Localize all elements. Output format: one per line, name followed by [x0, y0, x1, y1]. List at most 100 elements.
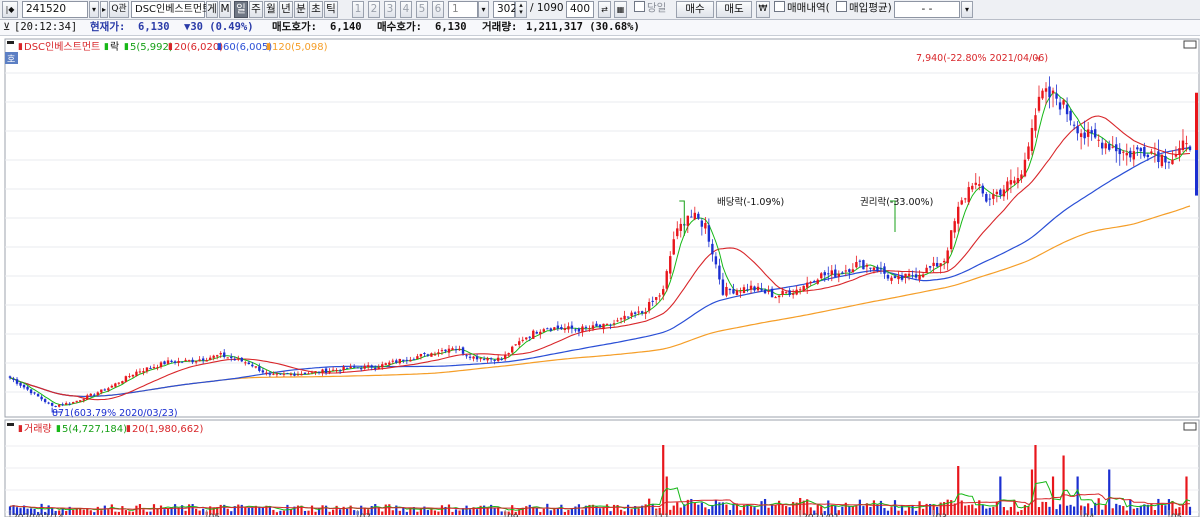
- tab-tick[interactable]: 틱: [324, 1, 338, 18]
- candle-body: [461, 347, 465, 354]
- candle-body: [981, 185, 984, 194]
- candle-body: [770, 288, 774, 298]
- stock-search-button[interactable]: Q관: [109, 1, 129, 18]
- candle-body: [254, 366, 258, 368]
- candle-body: [957, 206, 960, 224]
- candle-body: [911, 275, 914, 277]
- candle-body: [1079, 133, 1083, 137]
- volume-bar: [230, 511, 233, 515]
- price-panel-menu-icon[interactable]: [7, 41, 14, 44]
- tab-year[interactable]: 년: [279, 1, 293, 18]
- candle-body: [1083, 132, 1086, 139]
- volume-bar: [405, 511, 408, 515]
- pin-icon[interactable]: ⊻: [3, 20, 10, 35]
- number-button-3[interactable]: 3: [384, 1, 396, 18]
- current-price-label: 현재가:: [90, 21, 126, 33]
- number-select[interactable]: 1: [448, 1, 478, 18]
- candle-body: [584, 326, 588, 328]
- candle-body: [26, 386, 29, 390]
- volume-bar: [486, 508, 489, 515]
- volume-bar: [728, 509, 732, 515]
- candle-body: [591, 325, 595, 329]
- legend-red-marker-icon: ▮: [18, 42, 23, 52]
- trade-history-checkbox[interactable]: 매매내역(: [774, 1, 834, 18]
- code-dropdown-icon[interactable]: ▾: [89, 1, 99, 18]
- chart-area[interactable]: 2020/02/14 05 07 09 11 2021/01 03 04 05 ▮ DSC인베스…: [0, 36, 1200, 520]
- volume-bar: [665, 476, 668, 515]
- volume-bar: [1129, 499, 1132, 515]
- filter-dropdown-icon[interactable]: ▾: [961, 1, 973, 18]
- number-select-dropdown-icon[interactable]: ▾: [478, 1, 489, 18]
- price-panel-maximize-icon[interactable]: [1183, 40, 1197, 49]
- zoom-apply-icon[interactable]: ⇄: [598, 1, 611, 18]
- volume-panel-menu-icon[interactable]: [7, 423, 14, 426]
- candle-body: [1178, 148, 1181, 155]
- today-checkbox[interactable]: 당일: [634, 1, 674, 18]
- volume-bar: [282, 510, 286, 515]
- volume-bar: [711, 504, 714, 515]
- volume-bar: [1034, 445, 1037, 515]
- calendar-icon[interactable]: ▦: [614, 1, 627, 18]
- candle-body: [1065, 104, 1069, 115]
- candle-body: [75, 400, 78, 402]
- volume-bar: [321, 505, 324, 515]
- candle-body: [282, 373, 286, 375]
- volume-bar: [985, 508, 988, 515]
- candle-body: [707, 225, 711, 242]
- candle-body: [96, 392, 99, 396]
- panel-toggle-button[interactable]: |◆: [2, 1, 18, 18]
- tab-minute[interactable]: 분: [294, 1, 308, 18]
- volume-bar: [890, 507, 893, 515]
- view-count-spinner-icon[interactable]: ▴ ▾: [515, 1, 527, 18]
- volume-bar: [679, 507, 682, 515]
- stock-chart-svg[interactable]: 2020/02/14 05 07 09 11 2021/01 03 04 05 ▮ DSC인베스…: [0, 36, 1200, 520]
- candle-body: [1122, 151, 1125, 153]
- volume-bar: [785, 506, 788, 515]
- volume-bar: [433, 510, 437, 515]
- buy-button[interactable]: 매수: [676, 1, 714, 18]
- number-button-1[interactable]: 1: [352, 1, 364, 18]
- volume-bar: [1041, 501, 1044, 515]
- name-suffix-button[interactable]: 게: [206, 1, 218, 18]
- won-currency-icon[interactable]: ₩: [756, 1, 770, 18]
- number-button-4[interactable]: 4: [400, 1, 412, 18]
- volume-bar: [781, 504, 784, 515]
- period-minute-m-button[interactable]: M: [219, 1, 231, 18]
- zoom-input[interactable]: 400: [566, 1, 594, 18]
- legend-ma20-marker-icon: ▮: [168, 42, 173, 52]
- candle-body: [79, 400, 82, 402]
- x-tick-label: 05: [209, 513, 220, 517]
- tab-day[interactable]: 일: [234, 1, 248, 18]
- candle-body: [328, 371, 331, 373]
- stock-code-input[interactable]: 241520: [22, 1, 88, 18]
- next-arrow-icon[interactable]: ▸: [100, 1, 108, 18]
- filter-select[interactable]: - -: [894, 1, 960, 18]
- volume-panel-maximize-icon[interactable]: [1183, 422, 1197, 431]
- tab-second[interactable]: 초: [309, 1, 323, 18]
- candle-body: [166, 360, 170, 364]
- volume-bar: [553, 508, 556, 515]
- volume-bar: [416, 511, 419, 515]
- candle-body: [50, 402, 54, 406]
- tab-week[interactable]: 주: [249, 1, 263, 18]
- tab-month[interactable]: 월: [264, 1, 278, 18]
- volume-bar: [65, 510, 68, 515]
- candle-body: [532, 330, 535, 339]
- candle-body: [697, 213, 700, 219]
- avg-price-checkbox[interactable]: 매입평균): [836, 1, 892, 18]
- candle-body: [201, 358, 205, 361]
- view-count-input[interactable]: 302: [493, 1, 517, 18]
- volume-bar: [447, 504, 451, 515]
- number-button-2[interactable]: 2: [368, 1, 380, 18]
- candle-body: [1027, 146, 1030, 159]
- candle-body: [1111, 146, 1114, 148]
- candle-body: [317, 371, 321, 373]
- sell-button[interactable]: 매도: [716, 1, 752, 18]
- number-button-6[interactable]: 6: [432, 1, 444, 18]
- candle-body: [563, 328, 567, 331]
- candle-body: [1150, 151, 1153, 154]
- candle-body: [194, 361, 198, 363]
- candle-body: [440, 350, 444, 352]
- number-button-5[interactable]: 5: [416, 1, 428, 18]
- volume-bar: [328, 511, 331, 515]
